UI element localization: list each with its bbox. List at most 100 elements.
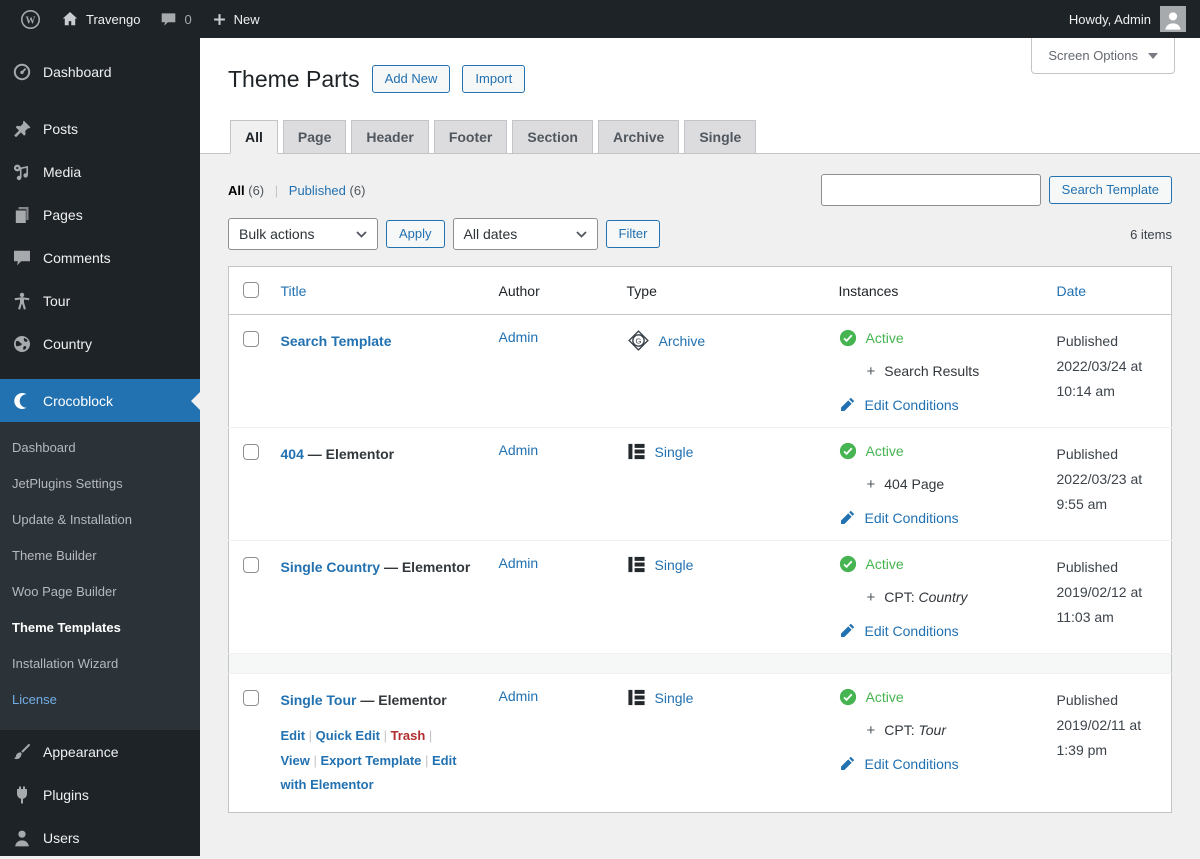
edit-conditions-link[interactable]: Edit Conditions — [865, 623, 959, 639]
tab-header[interactable]: Header — [351, 120, 429, 153]
row-action-quick-edit[interactable]: Quick Edit — [316, 728, 380, 743]
status-badge: Active — [839, 688, 1037, 706]
filter-button[interactable]: Filter — [605, 219, 661, 249]
sidebar-item-pages[interactable]: Pages — [0, 193, 200, 236]
filter-all-link[interactable]: All — [228, 183, 245, 198]
title-suffix: — Elementor — [380, 559, 471, 575]
check-circle-icon — [839, 555, 856, 573]
submenu-item-jetplugins-settings[interactable]: JetPlugins Settings — [0, 466, 200, 502]
submenu-item-woo-page-builder[interactable]: Woo Page Builder — [0, 574, 200, 610]
edit-conditions: Edit Conditions — [839, 396, 1037, 413]
sidebar-item-label: Crocoblock — [43, 392, 114, 409]
plus-icon: + — [866, 476, 876, 493]
add-new-button[interactable]: Add New — [371, 64, 451, 94]
edit-conditions-link[interactable]: Edit Conditions — [865, 756, 959, 772]
tab-footer[interactable]: Footer — [433, 120, 508, 153]
row-spacer — [228, 653, 1172, 674]
author-link[interactable]: Admin — [499, 329, 539, 345]
row-action-edit[interactable]: Edit — [281, 728, 306, 743]
edit-conditions-link[interactable]: Edit Conditions — [865, 397, 959, 413]
edit-conditions: Edit Conditions — [839, 622, 1037, 639]
submenu-item-update-installation[interactable]: Update & Installation — [0, 502, 200, 538]
sidebar-item-posts[interactable]: Posts — [0, 107, 200, 150]
date-filter-select[interactable]: All dates — [452, 218, 598, 250]
screen-options-button[interactable]: Screen Options — [1031, 38, 1175, 74]
type-link[interactable]: Archive — [659, 333, 706, 349]
tab-section[interactable]: Section — [512, 120, 593, 153]
sidebar-item-dashboard[interactable]: Dashboard — [0, 50, 200, 93]
menu-separator — [0, 93, 200, 107]
submenu-item-dashboard[interactable]: Dashboard — [0, 430, 200, 466]
admin-bar: W Travengo 0 New Howdy, Admin — [0, 0, 1200, 38]
new-label: New — [233, 11, 260, 27]
row-checkbox[interactable] — [243, 331, 259, 347]
template-title-link[interactable]: Single Country — [281, 559, 381, 575]
column-header-author: Author — [488, 266, 617, 315]
check-circle-icon — [839, 329, 856, 347]
bulk-actions-select[interactable]: Bulk actions — [228, 218, 378, 250]
submenu-item-theme-templates[interactable]: Theme Templates — [0, 610, 200, 646]
row-checkbox[interactable] — [243, 690, 259, 706]
sidebar-item-comments[interactable]: Comments — [0, 236, 200, 279]
template-title-link[interactable]: Search Template — [281, 333, 392, 349]
row-checkbox[interactable] — [243, 444, 259, 460]
row-action-export-template[interactable]: Export Template — [321, 753, 422, 768]
column-header-date: Date — [1046, 266, 1172, 315]
search-template-button[interactable]: Search Template — [1048, 175, 1172, 205]
check-circle-icon — [839, 688, 856, 706]
type-link[interactable]: Single — [655, 444, 694, 460]
stacked-pages-icon — [12, 205, 32, 225]
select-all-checkbox[interactable] — [243, 282, 259, 298]
row-action-view[interactable]: View — [281, 753, 310, 768]
column-header-title: Title — [270, 266, 489, 315]
wordpress-menu-button[interactable]: W — [10, 0, 51, 38]
new-content-button[interactable]: New — [202, 0, 270, 38]
chevron-down-icon — [1148, 52, 1158, 59]
template-title-link[interactable]: Single Tour — [281, 692, 357, 708]
sidebar-item-plugins[interactable]: Plugins — [0, 773, 200, 816]
author-link[interactable]: Admin — [499, 688, 539, 704]
type-link[interactable]: Single — [655, 557, 694, 573]
search-input[interactable] — [820, 174, 1041, 206]
sort-title-link[interactable]: Title — [281, 283, 307, 299]
page-body: All (6) | Published (6) Search Template … — [200, 154, 1200, 833]
comment-bubble-icon — [160, 11, 177, 28]
template-title-link[interactable]: 404 — [281, 446, 304, 462]
edit-conditions: Edit Conditions — [839, 755, 1037, 772]
table-row: Single Country — Elementor Admin Single — [228, 540, 1172, 654]
site-name-link[interactable]: Travengo — [51, 0, 150, 38]
sort-date-link[interactable]: Date — [1057, 283, 1087, 299]
pencil-icon — [840, 510, 854, 524]
sidebar-item-crocoblock[interactable]: Crocoblock — [0, 379, 200, 422]
sidebar-item-appearance[interactable]: Appearance — [0, 730, 200, 773]
row-checkbox[interactable] — [243, 557, 259, 573]
sidebar-item-tour[interactable]: Tour — [0, 279, 200, 322]
edit-conditions-link[interactable]: Edit Conditions — [865, 510, 959, 526]
search-box: Search Template — [820, 174, 1172, 206]
sidebar-item-media[interactable]: Media — [0, 150, 200, 193]
svg-text:G: G — [635, 336, 641, 345]
table-row: Search Template Admin G Archive Active +… — [229, 315, 1172, 428]
sidebar-item-country[interactable]: Country — [0, 322, 200, 365]
account-menu[interactable]: Howdy, Admin — [1069, 6, 1190, 32]
sidebar-item-label: Comments — [43, 249, 111, 266]
sidebar-item-users[interactable]: Users — [0, 816, 200, 859]
submenu-item-installation-wizard[interactable]: Installation Wizard — [0, 646, 200, 682]
type-link[interactable]: Single — [655, 690, 694, 706]
apply-button[interactable]: Apply — [386, 219, 445, 249]
import-button[interactable]: Import — [462, 64, 526, 94]
tab-single[interactable]: Single — [684, 120, 757, 153]
table-row: Single Tour — Elementor Edit Quick Edit Tr… — [228, 672, 1172, 813]
title-suffix: — Elementor — [303, 446, 395, 462]
author-link[interactable]: Admin — [499, 442, 539, 458]
row-action-trash[interactable]: Trash — [391, 728, 426, 743]
submenu-item-theme-builder[interactable]: Theme Builder — [0, 538, 200, 574]
comments-admin-bar-button[interactable]: 0 — [150, 0, 201, 38]
author-link[interactable]: Admin — [499, 555, 539, 571]
tab-archive[interactable]: Archive — [597, 120, 680, 153]
tab-page[interactable]: Page — [282, 120, 347, 153]
filter-published-link[interactable]: Published — [289, 183, 346, 198]
plus-icon: + — [866, 722, 876, 739]
tab-all[interactable]: All — [230, 120, 278, 154]
submenu-item-license[interactable]: License — [0, 682, 200, 718]
